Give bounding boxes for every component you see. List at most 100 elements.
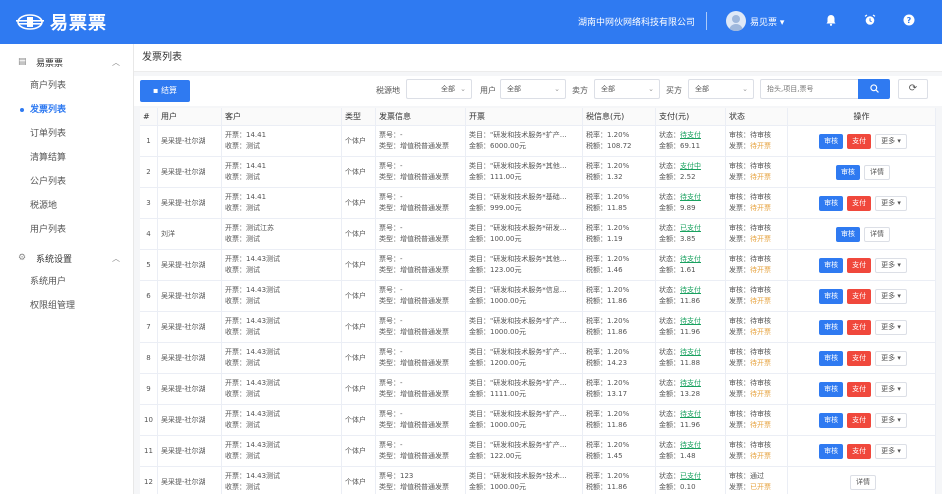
column-header: 开票 — [466, 108, 583, 125]
alarm-clock-icon[interactable] — [863, 14, 877, 28]
invoice-type: 类型：增值税普通发票 — [379, 266, 449, 274]
more-button[interactable]: 更多 ▾ — [875, 412, 907, 428]
help-icon[interactable]: ? — [902, 14, 916, 28]
pay-status-link[interactable]: 待支付 — [680, 317, 701, 325]
more-button[interactable]: 更多 ▾ — [875, 288, 907, 304]
tax-amount: 税额：1.46 — [586, 266, 623, 274]
review-button[interactable]: 审核 — [819, 350, 844, 366]
sidebar-item-invoices[interactable]: 发票列表 — [0, 98, 133, 122]
bell-icon[interactable] — [824, 14, 838, 28]
more-button[interactable]: 更多 ▾ — [875, 195, 907, 211]
tax-source-select[interactable]: 全部 ⌄ — [406, 79, 472, 99]
pay-status-label: 状态： — [659, 472, 680, 480]
search-input[interactable] — [760, 79, 859, 99]
sidebar-group-settings[interactable]: ⚙ 系统设置 ︿ — [0, 246, 133, 270]
review-button[interactable]: 审核 — [819, 133, 844, 149]
sidebar-group-yipiaopiao[interactable]: ▤ 易票票 ︿ — [0, 50, 133, 74]
sidebar-item-system-users[interactable]: 系统用户 — [0, 270, 133, 294]
status-cell: 审核：待审核 发票：待开票 — [726, 250, 788, 280]
grid-icon: ▤ — [18, 57, 27, 67]
status-cell: 审核：待审核 发票：待开票 — [726, 343, 788, 373]
sidebar: ▤ 易票票 ︿ 商户列表 发票列表 订单列表 清算结算 公户列表 税源地 用户列… — [0, 44, 134, 494]
more-button[interactable]: 更多 ▾ — [875, 350, 907, 366]
search-button[interactable] — [858, 79, 890, 99]
pay-amount: 金额：69.11 — [659, 142, 701, 150]
pay-status-link[interactable]: 已支付 — [680, 224, 701, 232]
invoice-number: 票号：- — [379, 255, 403, 263]
more-button[interactable]: 更多 ▾ — [875, 257, 907, 273]
pay-button[interactable]: 支付 — [847, 133, 872, 149]
pay-status-link[interactable]: 待支付 — [680, 286, 701, 294]
sidebar-item-settlement[interactable]: 清算结算 — [0, 146, 133, 170]
sidebar-item-merchants[interactable]: 商户列表 — [0, 74, 133, 98]
review-button[interactable]: 审核 — [819, 257, 844, 273]
review-button[interactable]: 审核 — [819, 443, 844, 459]
pay-status-link[interactable]: 已支付 — [680, 472, 701, 480]
pay-status-link[interactable]: 待支付 — [680, 379, 701, 387]
review-button[interactable]: 审核 — [819, 288, 844, 304]
pay-button[interactable]: 支付 — [847, 412, 872, 428]
seller-select[interactable]: 全部 ⌄ — [594, 79, 660, 99]
sidebar-item-corporate-accounts[interactable]: 公户列表 — [0, 170, 133, 194]
pay-amount: 金额：11.86 — [659, 297, 701, 305]
company-name: 湖南中网伙网络科技有限公司 — [578, 18, 696, 28]
pay-button[interactable]: 支付 — [847, 443, 872, 459]
pay-button[interactable]: 支付 — [847, 195, 872, 211]
table-row: 9 吴采提-社尔湖 开票：14.43测试 收票：测试 个体户 票号：- 类型：增值税普通发票… — [140, 374, 936, 405]
more-button[interactable]: 更多 ▾ — [875, 133, 907, 149]
actions-cell: 审核 支付 更多 ▾ — [788, 374, 936, 404]
row-number: 4 — [140, 219, 158, 249]
actions-cell: 详情 — [788, 467, 936, 494]
pay-status-link[interactable]: 待支付 — [680, 441, 701, 449]
review-button[interactable]: 审核 — [836, 226, 860, 242]
more-button[interactable]: 更多 ▾ — [875, 381, 907, 397]
detail-button[interactable]: 详情 — [864, 164, 890, 180]
user-menu[interactable]: 易见票 ▾ — [750, 15, 784, 28]
detail-button[interactable]: 详情 — [864, 226, 890, 242]
sidebar-item-tax-source[interactable]: 税源地 — [0, 194, 133, 218]
username: 易见票 — [750, 18, 778, 28]
payment-cell: 状态：待支付 金额：1.48 — [656, 436, 726, 466]
select-value: 全部 — [441, 85, 455, 93]
billing-cell: 类目："研发和技术服务*技术… 金额：1000.00元 — [466, 467, 583, 494]
pay-button[interactable]: 支付 — [847, 288, 872, 304]
pay-button[interactable]: 支付 — [847, 319, 872, 335]
pay-button[interactable]: 支付 — [847, 350, 872, 366]
billing-cell: 类目："研发和技术服务*扩产… 金额：6000.00元 — [466, 126, 583, 156]
sidebar-item-users[interactable]: 用户列表 — [0, 218, 133, 242]
buyer-select[interactable]: 全部 ⌄ — [688, 79, 754, 99]
pay-status-link[interactable]: 待支付 — [680, 348, 701, 356]
customer-cell: 开票：测试江苏 收票：测试 — [222, 219, 342, 249]
pay-button[interactable]: 支付 — [847, 257, 872, 273]
more-button[interactable]: 更多 ▾ — [875, 443, 907, 459]
user-cell: 吴采提-社尔湖 — [158, 312, 222, 342]
logo[interactable]: 易票票 — [16, 9, 107, 35]
review-button[interactable]: 审核 — [819, 195, 844, 211]
receiver: 收票：测试 — [225, 297, 260, 305]
user-select[interactable]: 全部 ⌄ — [500, 79, 566, 99]
billing-cell: 类目："研发和技术服务*扩产… 金额：1000.00元 — [466, 312, 583, 342]
user-cell: 刘洋 — [158, 219, 222, 249]
status-cell: 审核：待审核 发票：待开票 — [726, 405, 788, 435]
sidebar-item-permission-groups[interactable]: 权限组管理 — [0, 294, 133, 318]
type-cell: 个体户 — [342, 312, 376, 342]
pay-status-link[interactable]: 待支付 — [680, 255, 701, 263]
settle-button[interactable]: ▪ 结算 — [140, 80, 190, 102]
pay-status-link[interactable]: 支付中 — [680, 162, 701, 170]
review-button[interactable]: 审核 — [836, 164, 860, 180]
avatar[interactable] — [726, 11, 746, 31]
pay-button[interactable]: 支付 — [847, 381, 872, 397]
status-cell: 审核：待审核 发票：待开票 — [726, 126, 788, 156]
detail-button[interactable]: 详情 — [850, 474, 876, 490]
more-button[interactable]: 更多 ▾ — [875, 319, 907, 335]
review-button[interactable]: 审核 — [819, 412, 844, 428]
pay-status-link[interactable]: 待支付 — [680, 193, 701, 201]
pay-status-link[interactable]: 待支付 — [680, 131, 701, 139]
refresh-button[interactable]: ⟳ — [898, 79, 928, 99]
payment-cell: 状态：待支付 金额：11.96 — [656, 312, 726, 342]
sidebar-item-orders[interactable]: 订单列表 — [0, 122, 133, 146]
review-button[interactable]: 审核 — [819, 319, 844, 335]
pay-amount: 金额：9.89 — [659, 204, 696, 212]
review-button[interactable]: 审核 — [819, 381, 844, 397]
pay-status-link[interactable]: 待支付 — [680, 410, 701, 418]
